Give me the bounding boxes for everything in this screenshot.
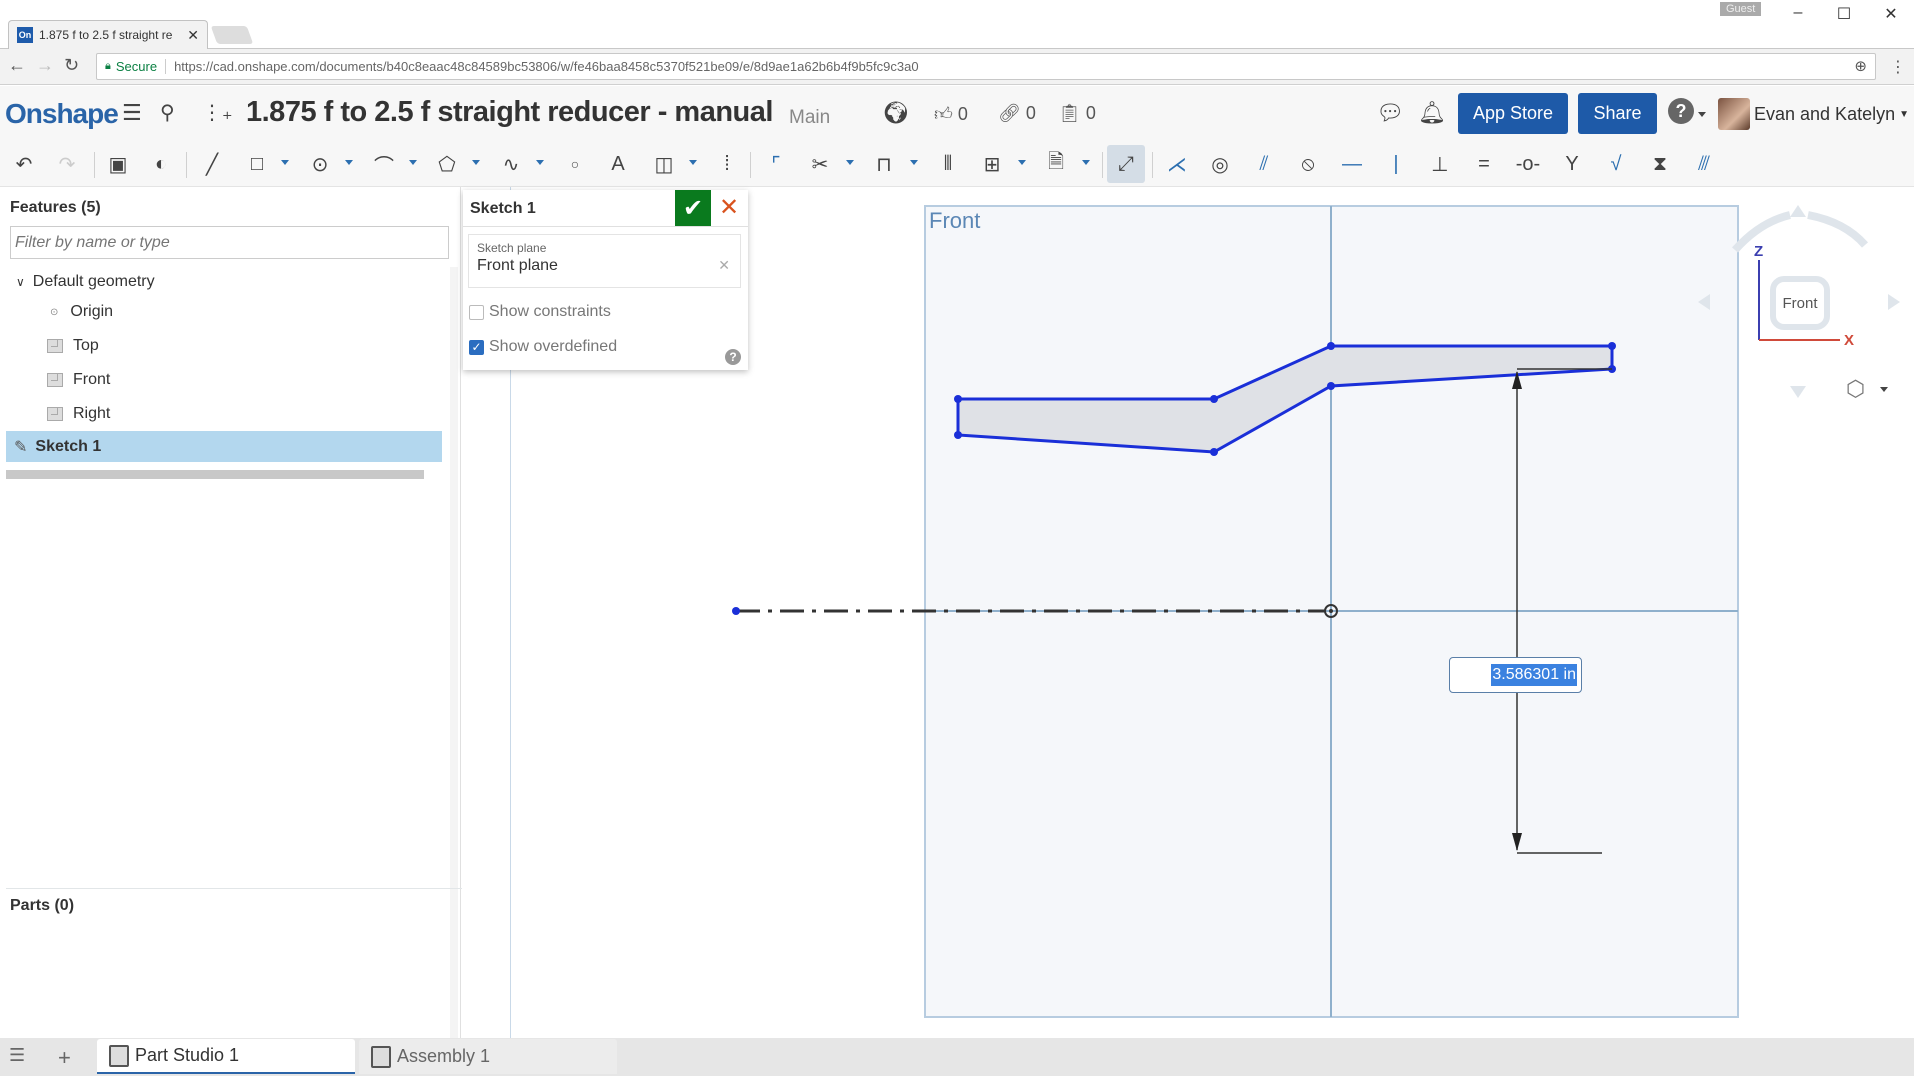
checkbox-unchecked[interactable]: [469, 304, 484, 320]
vertex: [1210, 395, 1218, 403]
view-cube-front-face[interactable]: Front: [1770, 276, 1830, 330]
feature-item-label: Right: [73, 405, 111, 422]
plane-label: Front: [929, 208, 981, 233]
tab-label: Part Studio 1: [135, 1045, 240, 1065]
vertex: [1608, 342, 1616, 350]
vertex: [1327, 342, 1335, 350]
tab-manager-icon[interactable]: ☰: [9, 1045, 25, 1066]
panel-divider[interactable]: [6, 888, 462, 889]
view-arrow-right: [1888, 294, 1900, 310]
dimension-value[interactable]: 3.586301 in: [1491, 664, 1577, 686]
feature-item-origin[interactable]: ⊙ Origin: [50, 303, 113, 321]
dialog-divider: [463, 226, 748, 227]
feature-item-top[interactable]: Top: [47, 337, 99, 355]
parts-header: Parts (0): [10, 897, 75, 914]
view-arrow-down: [1790, 386, 1806, 398]
feature-item-label: Top: [73, 337, 99, 354]
feature-item-sketch-1[interactable]: ✎ Sketch 1: [6, 431, 442, 462]
clear-selection-icon[interactable]: ✕: [718, 257, 730, 274]
plane-icon: [47, 407, 63, 421]
tab-part-studio-1[interactable]: Part Studio 1: [97, 1039, 355, 1074]
tab-assembly-1[interactable]: Assembly 1: [359, 1039, 617, 1074]
accept-button[interactable]: ✔: [675, 190, 711, 226]
features-header: Features (5): [10, 199, 101, 216]
origin-marker-dot: [1329, 609, 1333, 613]
sketch-plane-label: Sketch plane: [477, 241, 547, 255]
pencil-icon: ✎: [14, 438, 28, 456]
view-options-cube-icon[interactable]: ⬡: [1846, 376, 1865, 402]
tab-label: Assembly 1: [397, 1046, 491, 1066]
sketch-plane-field[interactable]: Sketch plane Front plane ✕: [468, 234, 741, 288]
sketch-plane-value: Front plane: [477, 257, 558, 274]
feature-item-label: Front: [73, 371, 111, 388]
vertex: [1210, 448, 1218, 456]
add-tab-icon[interactable]: +: [58, 1045, 71, 1071]
show-overdefined-checkbox[interactable]: ✓ Show overdefined: [469, 338, 617, 356]
vertex: [954, 395, 962, 403]
feature-item-right[interactable]: Right: [47, 405, 110, 423]
plane-icon: [47, 339, 63, 353]
feature-list-scrollbar[interactable]: [6, 470, 424, 479]
vertex: [1327, 382, 1335, 390]
part-studio-icon: [109, 1044, 129, 1067]
view-rotate-right-arc: [1807, 211, 1869, 248]
show-constraints-checkbox[interactable]: Show constraints: [469, 303, 611, 321]
feature-item-front[interactable]: Front: [47, 371, 110, 389]
assembly-icon: [371, 1045, 391, 1068]
feature-filter-input[interactable]: [10, 226, 449, 259]
sketch-dialog: Sketch 1 ✔ ✕ Sketch plane Front plane ✕ …: [463, 190, 748, 370]
feature-item-label: Origin: [70, 303, 114, 320]
view-arrow-up: [1790, 205, 1806, 217]
bottom-tab-bar: ☰ + Part Studio 1 Assembly 1: [0, 1038, 1914, 1076]
feature-item-label: Sketch 1: [35, 437, 102, 455]
default-geometry-group[interactable]: ∨ Default geometry: [16, 273, 155, 291]
plane-icon: [47, 373, 63, 387]
feature-panel: Features (5) ∨ Default geometry ⊙ Origin…: [0, 187, 462, 1067]
show-overdefined-label: Show overdefined: [489, 338, 618, 355]
dimension-input[interactable]: 3.586301 in: [1449, 657, 1582, 693]
origin-icon: ⊙: [50, 306, 59, 318]
view-cube-z-label: Z: [1754, 243, 1764, 260]
panel-scrollbar[interactable]: [450, 267, 458, 1067]
view-options-dropdown-icon[interactable]: [1880, 387, 1888, 392]
view-cube-x-label: X: [1844, 332, 1855, 349]
show-constraints-label: Show constraints: [489, 303, 611, 320]
centerline-endpoint: [732, 607, 740, 615]
default-geometry-label: Default geometry: [32, 273, 155, 290]
vertex: [954, 431, 962, 439]
cancel-button[interactable]: ✕: [714, 192, 744, 222]
chevron-down-icon[interactable]: ∨: [16, 275, 25, 289]
checkbox-checked[interactable]: ✓: [469, 339, 484, 355]
sketch-dialog-title: Sketch 1: [470, 200, 536, 217]
help-icon[interactable]: ?: [725, 349, 741, 365]
